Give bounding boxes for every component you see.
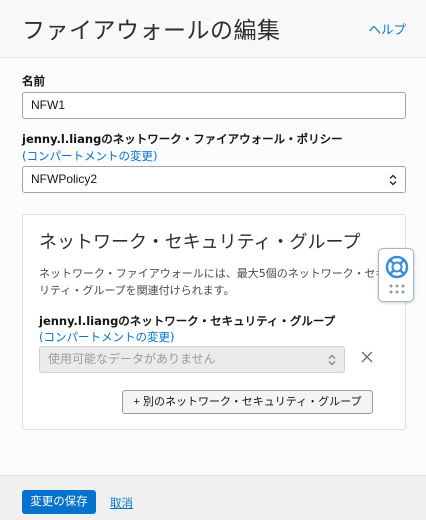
help-widget[interactable]: [378, 248, 414, 302]
policy-select[interactable]: NFWPolicy2: [22, 166, 406, 193]
chevron-up-down-icon: [389, 174, 397, 186]
nsg-select[interactable]: 使用可能なデータがありません: [39, 346, 345, 373]
policy-select-value: NFWPolicy2: [31, 172, 98, 186]
lifebuoy-icon: [385, 255, 409, 279]
close-icon[interactable]: [359, 349, 375, 365]
chevron-up-down-icon: [328, 354, 336, 366]
grip-dots-icon[interactable]: [388, 283, 406, 295]
name-label: 名前: [22, 74, 45, 88]
nsg-label: jenny.l.liangのネットワーク・セキュリティ・グループ: [39, 314, 336, 328]
page-title: ファイアウォールの編集: [22, 18, 281, 44]
panel-header: ファイアウォールの編集 ヘルプ: [0, 0, 426, 58]
name-input[interactable]: NFW1: [22, 92, 406, 119]
nsg-section-title: ネットワーク・セキュリティ・グループ: [39, 232, 361, 253]
cancel-link[interactable]: 取消: [110, 495, 133, 511]
help-link[interactable]: ヘルプ: [368, 19, 406, 38]
nsg-section: ネットワーク・セキュリティ・グループ ネットワーク・ファイアウォールには、最大5…: [22, 214, 406, 430]
save-changes-button[interactable]: 変更の保存: [22, 490, 96, 514]
policy-change-compartment-link[interactable]: (コンパートメントの変更): [22, 148, 157, 164]
add-nsg-button[interactable]: + 別のネットワーク・セキュリティ・グループ: [122, 390, 373, 414]
nsg-description: ネットワーク・ファイアウォールには、最大5個のネットワーク・セキュリティ・グルー…: [39, 267, 398, 297]
panel-footer: 変更の保存 取消: [0, 475, 426, 520]
nsg-change-compartment-link[interactable]: (コンパートメントの変更): [39, 329, 174, 345]
policy-label: jenny.l.liangのネットワーク・ファイアウォール・ポリシー: [22, 132, 343, 146]
nsg-select-placeholder: 使用可能なデータがありません: [48, 352, 216, 366]
